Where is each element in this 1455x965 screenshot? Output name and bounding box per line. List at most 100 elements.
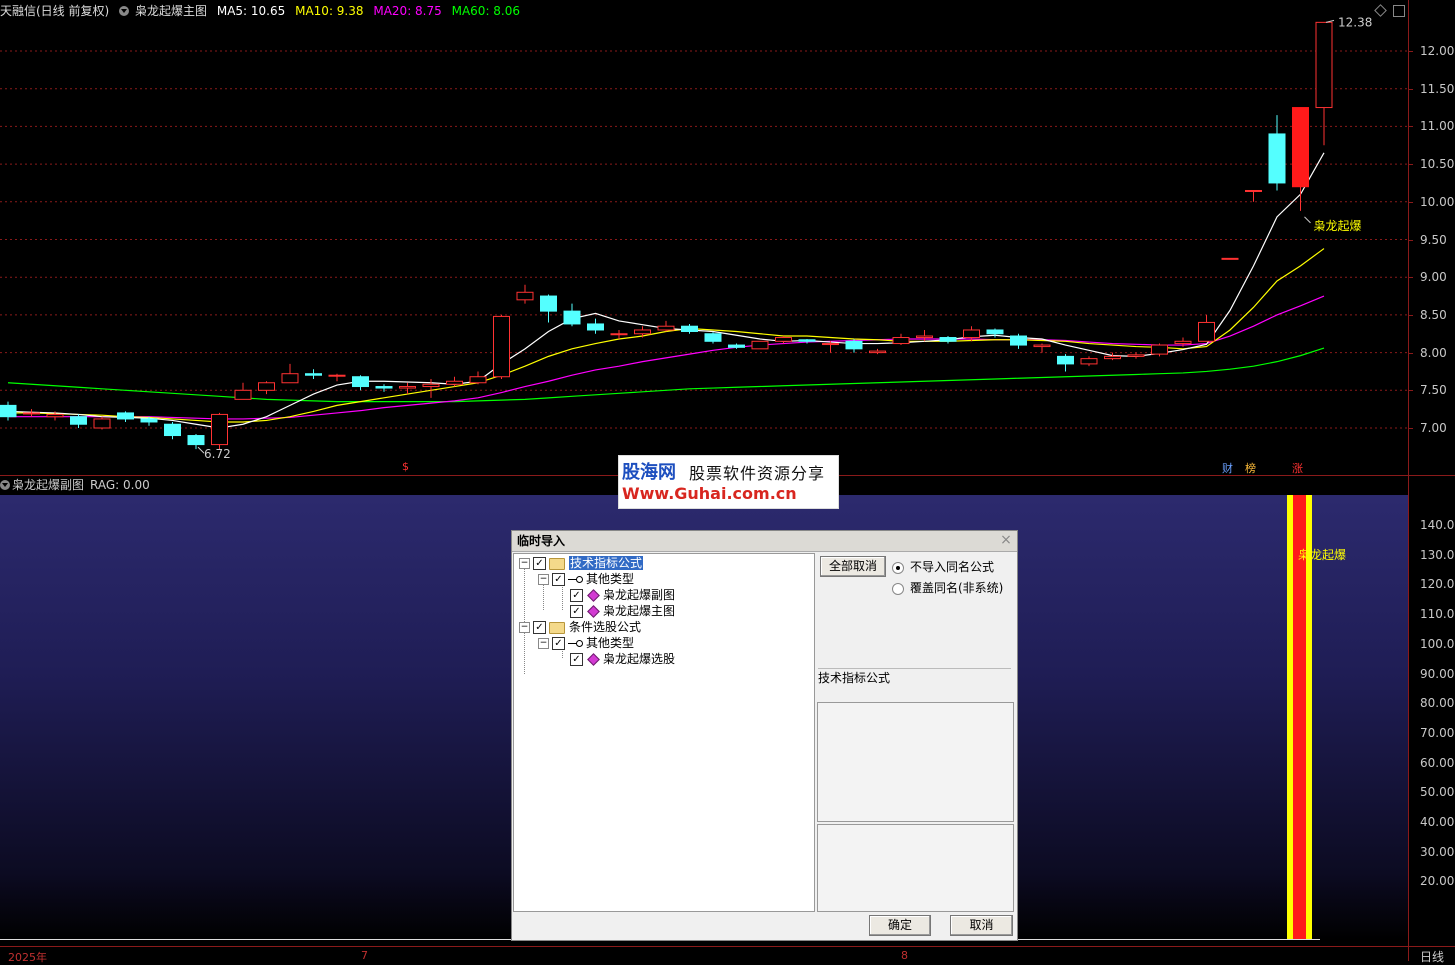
candle-body <box>23 412 40 415</box>
price-axis-label: 10.50 <box>1420 157 1455 172</box>
tree-label[interactable]: 枭龙起爆选股 <box>603 652 675 666</box>
tree-checkbox[interactable]: ✓ <box>570 605 583 618</box>
formula-diamond-icon <box>587 605 600 618</box>
close-icon[interactable]: × <box>999 533 1013 547</box>
candle-body <box>93 418 111 429</box>
collapse-icon[interactable]: − <box>519 558 530 569</box>
tree-checkbox[interactable]: ✓ <box>570 653 583 666</box>
candle-body <box>422 383 440 388</box>
candle-body <box>751 340 769 350</box>
sub-axis-label: 130.00 <box>1420 547 1455 562</box>
candlestick-chart[interactable]: 12.38 6.72 枭龙起爆 <box>0 0 1408 476</box>
sub-axis-label: 140.00 <box>1420 518 1455 532</box>
watermark-url: Www.Guhai.com.cn <box>622 484 797 503</box>
candle-body <box>869 350 886 354</box>
tree-label[interactable]: 技术指标公式 <box>569 556 644 570</box>
price-axis-label: 11.50 <box>1420 81 1455 96</box>
right-axis-border <box>1408 0 1409 961</box>
collapse-icon[interactable]: − <box>538 574 549 585</box>
formula-diamond-icon <box>587 653 600 666</box>
price-axis-label: 7.00 <box>1420 421 1447 435</box>
finance-badge[interactable]: 财 <box>1222 460 1233 476</box>
candle-body <box>657 325 675 331</box>
candle-body <box>822 343 839 346</box>
watermark-brand: 股海网 <box>622 462 676 483</box>
ok-button[interactable]: 确定 <box>869 915 931 936</box>
candle-body <box>845 340 863 350</box>
radio-button[interactable] <box>892 561 904 574</box>
time-label-july: 7 <box>361 949 368 962</box>
info-label: 技术指标公式 <box>818 671 891 685</box>
limit-up-badge[interactable]: 涨 <box>1292 460 1303 476</box>
collapse-icon[interactable]: − <box>538 638 549 649</box>
price-axis-label: 10.00 <box>1420 194 1455 209</box>
candle-body <box>986 329 1004 335</box>
radio-no-import[interactable]: 不导入同名公式 <box>892 558 994 575</box>
tree-label[interactable]: 其他类型 <box>586 636 634 650</box>
candle-body <box>117 412 134 420</box>
folder-icon <box>549 557 565 570</box>
candle-body <box>916 335 933 339</box>
info-panel-top <box>817 702 1014 822</box>
tree-checkbox[interactable]: ✓ <box>552 573 565 586</box>
candle-body <box>1104 355 1121 360</box>
radio-button[interactable] <box>892 582 904 595</box>
candle-body <box>352 376 369 388</box>
tree-guide-line <box>562 584 563 610</box>
tree-item-other-type[interactable]: − ✓ 其他类型 <box>538 571 634 587</box>
candle-body <box>1198 321 1215 342</box>
tree-label[interactable]: 条件选股公式 <box>569 620 641 634</box>
cancel-button[interactable]: 取消 <box>950 915 1013 936</box>
candle-body <box>46 413 64 418</box>
candle-body <box>493 315 510 378</box>
sub-indicator-name[interactable]: 枭龙起爆副图 <box>12 478 84 492</box>
candle-body <box>610 333 628 336</box>
candle-body <box>540 295 557 312</box>
dialog-title[interactable]: 临时导入 <box>512 531 1017 552</box>
time-axis: 2025年 7 8 <box>0 946 1408 964</box>
sub-axis-label: 110.00 <box>1420 607 1455 622</box>
tree-item-tech-indicator[interactable]: − ✓ 技术指标公式 <box>519 555 644 571</box>
sub-axis-label: 60.00 <box>1420 755 1455 770</box>
tree-label[interactable]: 枭龙起爆副图 <box>603 588 675 602</box>
candle-body <box>1080 358 1098 365</box>
candle-body <box>1127 354 1145 357</box>
price-axis-label: 12.00 <box>1420 44 1455 58</box>
rag-value: RAG: 0.00 <box>90 478 150 492</box>
candle-body <box>70 416 87 425</box>
candle-body <box>258 382 275 391</box>
candle-body <box>1221 257 1239 260</box>
dollar-badge[interactable]: $ <box>402 460 409 473</box>
formula-diamond-icon <box>587 589 600 602</box>
rank-badge[interactable]: 榜 <box>1245 460 1256 476</box>
candle-body <box>281 373 299 384</box>
tree-checkbox[interactable]: ✓ <box>570 589 583 602</box>
tree-checkbox[interactable]: ✓ <box>533 557 546 570</box>
candle-body <box>234 389 252 400</box>
tree-label[interactable]: 其他类型 <box>586 572 634 586</box>
cancel-all-button[interactable]: 全部取消 <box>820 556 886 577</box>
candle-body <box>211 413 228 446</box>
sub-axis-label: 90.00 <box>1420 666 1455 681</box>
tree-label[interactable]: 枭龙起爆主图 <box>603 604 675 618</box>
indicator-menu-icon[interactable] <box>0 480 10 490</box>
candle-body <box>634 329 651 335</box>
tree-checkbox[interactable]: ✓ <box>552 637 565 650</box>
candle-body <box>681 325 698 332</box>
collapse-icon[interactable]: − <box>519 622 530 633</box>
candle-body <box>1033 344 1051 348</box>
sub-chart-header: 枭龙起爆副图 RAG: 0.00 <box>0 476 400 494</box>
sub-axis-label: 100.00 <box>1420 636 1455 651</box>
radio-overwrite[interactable]: 覆盖同名(非系统) <box>892 579 1003 596</box>
tree-item-other-type-2[interactable]: − ✓ 其他类型 <box>538 635 634 651</box>
formula-tree[interactable]: − ✓ 技术指标公式 − ✓ 其他类型 ✓ 枭龙起爆副图 ✓ 枭龙起爆主图 − ✓ 条件选股公式… <box>513 553 815 912</box>
tree-checkbox[interactable]: ✓ <box>533 621 546 634</box>
tree-item-sub-chart[interactable]: ✓ 枭龙起爆副图 <box>570 587 675 603</box>
signal-pointer <box>1304 216 1311 224</box>
tree-item-main-chart[interactable]: ✓ 枭龙起爆主图 <box>570 603 675 619</box>
tree-item-selection-formula[interactable]: ✓ 枭龙起爆选股 <box>570 651 675 667</box>
period-label[interactable]: 日线 <box>1420 948 1444 965</box>
candle-body <box>1174 340 1192 345</box>
tree-item-stock-selection[interactable]: − ✓ 条件选股公式 <box>519 619 641 635</box>
price-axis-label: 9.50 <box>1420 232 1447 247</box>
